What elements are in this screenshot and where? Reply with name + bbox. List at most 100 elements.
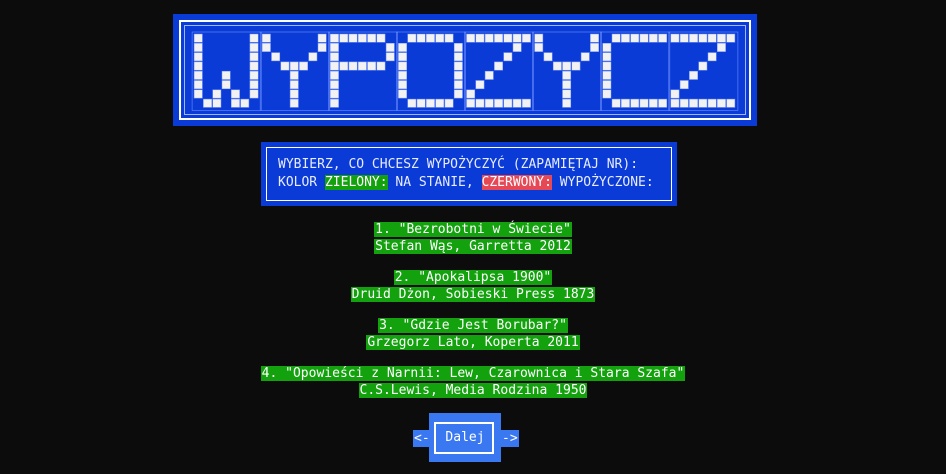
- book-title[interactable]: 4. "Opowieści z Narnii: Lew, Czarownica …: [260, 366, 686, 381]
- banner-letter-pixel: [407, 98, 417, 108]
- banner-letter-pixel: [330, 89, 339, 99]
- book-item-4-title[interactable]: 4. "Opowieści z Narnii: Lew, Czarownica …: [0, 366, 946, 382]
- banner-title-art: [191, 31, 739, 111]
- banner-letter-pixel: [562, 80, 572, 90]
- banner-letter-pixel: [679, 33, 689, 43]
- book-item-2-title[interactable]: 2. "Apokalipsa 1900": [0, 270, 946, 286]
- banner-letter-pixel: [339, 33, 349, 43]
- banner-letter-pixel: [707, 52, 717, 62]
- legend-prefix: KOLOR: [278, 175, 325, 190]
- banner-letter-pixel: [475, 80, 485, 90]
- banner-letter-pixel: [317, 43, 327, 52]
- banner-letter-pixel: [562, 61, 572, 71]
- banner-letter-pixel: [330, 33, 339, 43]
- legend-red-label: CZERWONY:: [481, 175, 552, 190]
- banner-letter-pixel: [193, 52, 203, 62]
- banner-letter-pixel: [552, 61, 562, 71]
- book-item-1-title[interactable]: 1. "Bezrobotni w Świecie": [0, 222, 946, 238]
- book-title[interactable]: 1. "Bezrobotni w Świecie": [374, 222, 572, 237]
- instructions-frame: [266, 147, 672, 201]
- banner-letter-pixel: [249, 43, 259, 52]
- book-meta: Druid Dżon, Sobieski Press 1873: [350, 287, 596, 302]
- banner-letter-pixel: [330, 43, 339, 52]
- banner-letter-pixel: [562, 70, 572, 80]
- book-item-3-meta: Grzegorz Lato, Koperta 2011: [0, 335, 946, 351]
- banner-letter-pixel: [602, 70, 612, 80]
- banner-letter-pixel: [249, 33, 259, 43]
- banner-letter-pixel: [698, 33, 708, 43]
- banner-letter-pixel: [416, 98, 426, 108]
- banner-letter-pixel: [193, 89, 203, 99]
- banner-letter-pixel: [611, 98, 621, 108]
- banner-letter: [600, 31, 671, 111]
- banner-letter-pixel: [348, 61, 358, 71]
- banner-letter-pixel: [648, 98, 658, 108]
- banner-letter-pixel: [203, 98, 212, 108]
- banner-letter-pixel: [453, 70, 463, 80]
- book-title[interactable]: 3. "Gdzie Jest Borubar?": [378, 318, 568, 333]
- book-item-3-title[interactable]: 3. "Gdzie Jest Borubar?": [0, 318, 946, 334]
- banner-letter-pixel: [590, 33, 599, 43]
- banner-letter-pixel: [512, 98, 522, 108]
- banner-letter-pixel: [602, 52, 612, 62]
- banner-letter-pixel: [261, 43, 271, 52]
- banner-letter-pixel: [503, 98, 513, 108]
- banner-letter-pixel: [249, 70, 259, 80]
- banner-letter-pixel: [522, 98, 531, 108]
- banner-letter-pixel: [484, 98, 494, 108]
- book-item-1-meta: Stefan Wąs, Garretta 2012: [0, 239, 946, 255]
- banner-letter-pixel: [602, 89, 612, 99]
- banner-letter-pixel: [193, 70, 203, 80]
- banner-letter-pixel: [453, 43, 463, 52]
- next-button[interactable]: Dalej: [429, 413, 501, 462]
- banner-letter-pixel: [453, 61, 463, 71]
- next-button-label: Dalej: [445, 430, 485, 445]
- legend-green-label: ZIELONY:: [324, 175, 388, 190]
- banner-letter-pixel: [398, 89, 407, 99]
- banner-letter-pixel: [698, 98, 708, 108]
- banner-letter-pixel: [689, 98, 698, 108]
- banner-letter-pixel: [543, 52, 553, 62]
- banner-letter-pixel: [280, 61, 290, 71]
- banner-letter-pixel: [679, 98, 689, 108]
- banner-letter-pixel: [416, 33, 426, 43]
- banner-letter-pixel: [717, 33, 726, 43]
- book-item-4-meta: C.S.Lewis, Media Rodzina 1950: [0, 383, 946, 399]
- banner-letter-pixel: [444, 33, 454, 43]
- banner-letter-pixel: [435, 98, 445, 108]
- banner-letter-pixel: [698, 61, 708, 71]
- banner-letter-pixel: [249, 80, 259, 90]
- banner-letter-pixel: [231, 89, 240, 99]
- banner-letter-pixel: [249, 61, 259, 71]
- banner-letter-pixel: [658, 98, 668, 108]
- banner-letter-pixel: [512, 43, 522, 52]
- instructions-box: WYBIERZ, CO CHCESZ WYPOŻYCZYĆ (ZAPAMIĘTA…: [261, 142, 677, 206]
- banner-letter-pixel: [630, 98, 640, 108]
- banner-letter-pixel: [308, 52, 318, 62]
- banner-letter-pixel: [580, 52, 590, 62]
- prev-arrow[interactable]: <-: [413, 430, 431, 447]
- banner-letter-pixel: [398, 70, 407, 80]
- book-title[interactable]: 2. "Apokalipsa 1900": [393, 270, 553, 285]
- banner-letter-pixel: [357, 33, 367, 43]
- banner-letter-pixel: [385, 52, 395, 62]
- banner-letter-pixel: [648, 33, 658, 43]
- banner-letter-pixel: [426, 33, 435, 43]
- banner-letter-pixel: [466, 89, 476, 99]
- banner-letter-pixel: [453, 80, 463, 90]
- banner-letter-pixel: [717, 43, 726, 52]
- banner-letter-pixel: [330, 61, 339, 71]
- banner-letter-pixel: [670, 89, 680, 99]
- banner-letter-pixel: [330, 98, 339, 108]
- banner-letter-pixel: [221, 70, 231, 80]
- banner-letter-pixel: [562, 98, 572, 108]
- banner-letter-pixel: [444, 98, 454, 108]
- next-arrow[interactable]: ->: [501, 430, 519, 447]
- banner-letter-pixel: [726, 33, 736, 43]
- banner-letter-pixel: [289, 61, 299, 71]
- banner-letter-pixel: [494, 61, 503, 71]
- banner-letter-pixel: [193, 33, 203, 43]
- banner-letter-pixel: [707, 33, 717, 43]
- banner-letter-pixel: [611, 33, 621, 43]
- banner-letter-pixel: [435, 33, 445, 43]
